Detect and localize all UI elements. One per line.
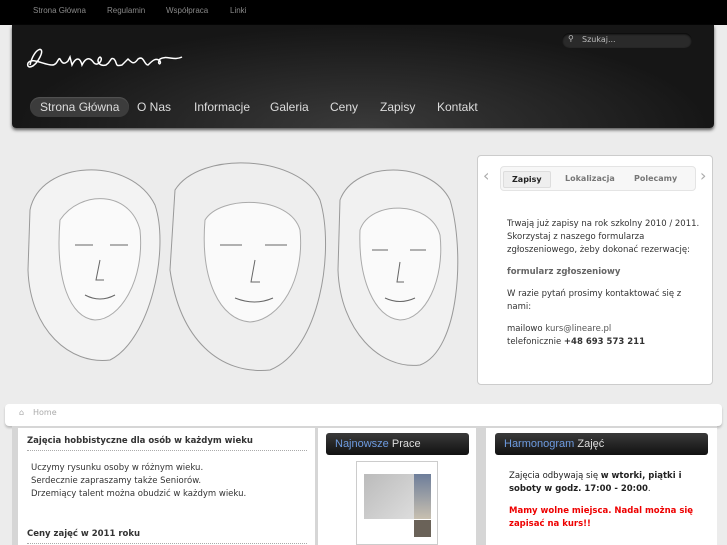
header: ⚲ Szukaj... Strona Główna O Nas Informac… [12, 25, 714, 128]
nav-strona-glowna[interactable]: Strona Główna [30, 97, 130, 117]
top-link-regulamin[interactable]: Regulamin [107, 6, 145, 15]
hero-sketch-image [27, 162, 459, 371]
phone-number: +48 693 573 211 [563, 337, 645, 347]
contact-text: W razie pytań prosimy kontaktować się z … [507, 289, 682, 312]
top-link-linki[interactable]: Linki [230, 6, 246, 15]
tab-polecamy[interactable]: Polecamy [626, 171, 685, 186]
form-link[interactable]: formularz zgłoszeniowy [507, 267, 620, 277]
tab-zapisy[interactable]: Zapisy [503, 171, 551, 188]
text-line: Serdecznie zapraszamy także Seniorów. [31, 476, 202, 486]
breadcrumb: ⌂ Home [5, 404, 722, 426]
tab-bar: Zapisy Lokalizacja Polecamy [500, 166, 696, 191]
logo[interactable] [24, 37, 189, 77]
text-line: Drzemiący talent można obudzić w każdym … [31, 489, 247, 499]
info-tab-panel: ‹ › Zapisy Lokalizacja Polecamy Trwają j… [477, 155, 713, 385]
nav-kontakt[interactable]: Kontakt [427, 97, 488, 117]
chevron-left-icon[interactable]: ‹ [483, 166, 489, 185]
chevron-right-icon[interactable]: › [700, 166, 706, 185]
email-link[interactable]: kurs@lineare.pl [545, 324, 611, 334]
latest-work-thumbnail[interactable] [356, 461, 438, 545]
nav-informacje[interactable]: Informacje [184, 97, 260, 117]
nav-galeria[interactable]: Galeria [260, 97, 319, 117]
right-column: Harmonogram Zajęć Zajęcia odbywają się w… [486, 428, 717, 545]
text-line: Uczymy rysunku osoby w różnym wieku. [31, 463, 204, 473]
middle-column: Najnowsze Prace [318, 428, 476, 545]
prices-title: Ceny zajęć w 2011 roku [27, 529, 307, 544]
nav-ceny[interactable]: Ceny [320, 97, 368, 117]
top-link-wspolpraca[interactable]: Współpraca [166, 6, 208, 15]
schedule-text: Zajęcia odbywają się [509, 471, 601, 481]
schedule-header: Harmonogram Zajęć [495, 433, 708, 455]
nav-o-nas[interactable]: O Nas [127, 97, 181, 117]
enrollment-text: Trwają już zapisy na rok szkolny 2010 / … [507, 219, 700, 255]
tab-content: Trwają już zapisy na rok szkolny 2010 / … [507, 218, 707, 349]
left-column: Zajęcia hobbistyczne dla osób w każdym w… [18, 428, 315, 545]
tab-lokalizacja[interactable]: Lokalizacja [557, 171, 623, 186]
latest-works-header: Najnowsze Prace [326, 433, 469, 455]
top-bar: Strona Główna Regulamin Współpraca Linki [0, 0, 727, 25]
search-input[interactable]: ⚲ Szukaj... [562, 33, 692, 48]
mail-label: mailowo [507, 324, 546, 334]
section-title: Zajęcia hobbistyczne dla osób w każdym w… [27, 436, 307, 451]
phone-label: telefonicznie [507, 337, 564, 347]
home-icon: ⌂ [19, 408, 25, 417]
nav-zapisy[interactable]: Zapisy [370, 97, 425, 117]
breadcrumb-home[interactable]: Home [33, 408, 57, 417]
top-link-home[interactable]: Strona Główna [33, 6, 86, 15]
search-icon: ⚲ [568, 34, 574, 43]
availability-alert: Mamy wolne miejsca. Nadal można się zapi… [509, 506, 694, 529]
